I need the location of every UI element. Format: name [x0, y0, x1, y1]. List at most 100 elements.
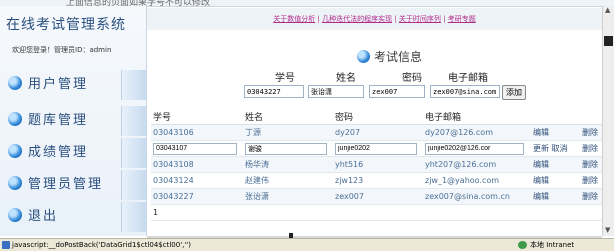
form-label-password: 密码 — [402, 73, 422, 84]
vertical-scrollbar[interactable]: ▲ ▼ — [602, 6, 614, 236]
edit-link[interactable]: 编辑 — [531, 188, 580, 205]
sidebar-item-scores[interactable]: 成绩管理 — [0, 138, 146, 168]
sidebar-item-logout[interactable]: 退出 — [0, 202, 146, 232]
nav-link-iteration-methods[interactable]: 几种迭代法的程序实现 — [322, 15, 392, 23]
sidebar-item-questions[interactable]: 题库管理 — [0, 106, 146, 136]
nav-link-time-series[interactable]: 关于时间序列 — [399, 15, 441, 23]
sidebar-item-tab — [121, 70, 146, 100]
cell-password: zjw123 — [333, 172, 423, 189]
cell-name: 丁源 — [243, 124, 333, 141]
nav-link-graduate-exam[interactable]: 考研专题 — [448, 15, 476, 23]
cell-email: zex007@sina.com.cn — [423, 188, 531, 205]
student-table: 学号 姓名 密码 电子邮箱 03043106 丁源 dy207 dy207@12… — [151, 108, 602, 221]
globe-icon — [8, 208, 22, 222]
cell-name: 杨华涛 — [243, 156, 333, 173]
top-nav: 关于数值分析 | 几种迭代法的程序实现 | 关于时间序列 | 考研专题 — [147, 8, 602, 30]
sidebar-item-tab — [121, 170, 146, 200]
app-brand: 在线考试管理系统 — [6, 17, 126, 33]
form-labels: 学号 姓名 密码 电子邮箱 — [147, 69, 602, 84]
cell-password — [333, 140, 423, 157]
edit-link[interactable]: 编辑 — [531, 156, 580, 173]
edit-name-input[interactable] — [245, 142, 327, 155]
cell-password: zex007 — [333, 188, 423, 205]
sidebar-item-users[interactable]: 用户管理 — [0, 70, 146, 100]
welcome-text: 欢迎您登录！管理员ID：admin — [12, 46, 112, 54]
cell-id: 03043106 — [151, 124, 243, 141]
sidebar-item-label: 管理员管理 — [28, 177, 104, 192]
delete-link[interactable]: 删除 — [580, 156, 602, 173]
scroll-down-icon[interactable]: ▼ — [605, 226, 610, 234]
sidebar-item-tab — [121, 106, 146, 136]
add-button[interactable]: 添加 — [502, 85, 526, 100]
sidebar-item-label: 退出 — [28, 209, 59, 224]
sidebar: 在线考试管理系统 欢迎您登录！管理员ID：admin 用户管理 题库管理 成绩管… — [0, 6, 147, 236]
sidebar-item-admins[interactable]: 管理员管理 — [0, 170, 146, 200]
cell-id: 03043124 — [151, 172, 243, 189]
name-input[interactable] — [308, 85, 364, 98]
cell-id: 03043108 — [151, 156, 243, 173]
status-text: javascript:__doPostBack('DataGrid1$ctl04… — [12, 241, 191, 249]
cell-name: 张诒潇 — [243, 188, 333, 205]
page-icon — [2, 241, 10, 249]
security-zone: 本地 Intranet — [530, 241, 575, 249]
column-header-id: 学号 — [151, 108, 243, 125]
update-cancel-links[interactable]: 更新 取消 — [531, 140, 580, 157]
page-title: 考试信息 — [357, 48, 422, 65]
cell-name: 赵建伟 — [243, 172, 333, 189]
sidebar-item-label: 用户管理 — [28, 77, 89, 92]
table-row: 03043108 杨华涛 yht516 yht207@126.com 编辑 删除 — [151, 156, 602, 173]
sidebar-item-tab — [121, 202, 146, 232]
edit-password-input[interactable] — [335, 142, 417, 155]
sidebar-item-tab — [121, 138, 146, 168]
globe-icon — [357, 50, 370, 63]
globe-icon — [8, 76, 22, 90]
edit-id-input[interactable] — [153, 142, 237, 155]
globe-icon — [8, 176, 22, 190]
form-label-email: 电子邮箱 — [448, 73, 488, 84]
scroll-up-icon[interactable]: ▲ — [605, 6, 610, 14]
cell-email: yht207@126.com — [423, 156, 531, 173]
table-row: 03043106 丁源 dy207 dy207@126.com 编辑 删除 — [151, 124, 602, 141]
pager-page-number[interactable]: 1 — [151, 204, 602, 221]
table-row-editing: 更新 取消 删除 — [151, 140, 602, 157]
student-id-input[interactable] — [244, 85, 304, 98]
edit-link[interactable]: 编辑 — [531, 172, 580, 189]
globe-icon — [8, 112, 22, 126]
form-label-id: 学号 — [275, 73, 295, 84]
column-header-edit — [531, 108, 580, 125]
cell-email: zjw_1@yahoo.com — [423, 172, 531, 189]
column-header-delete — [580, 108, 602, 125]
table-row: 03043227 张诒潇 zex007 zex007@sina.com.cn 编… — [151, 188, 602, 205]
sidebar-item-label: 题库管理 — [28, 113, 89, 128]
email-input[interactable] — [430, 85, 500, 98]
cell-email — [423, 140, 531, 157]
edit-email-input[interactable] — [425, 142, 524, 155]
page-title-text: 考试信息 — [374, 50, 423, 64]
delete-link[interactable]: 删除 — [580, 140, 602, 157]
delete-link[interactable]: 删除 — [580, 124, 602, 141]
delete-link[interactable]: 删除 — [580, 188, 602, 205]
form-label-name: 姓名 — [336, 73, 356, 84]
main-content: 关于数值分析 | 几种迭代法的程序实现 | 关于时间序列 | 考研专题 考试信息… — [147, 6, 602, 236]
sidebar-item-label: 成绩管理 — [28, 145, 89, 160]
column-header-name: 姓名 — [243, 108, 333, 125]
nav-link-numerical-analysis[interactable]: 关于数值分析 — [273, 15, 315, 23]
globe-icon — [8, 144, 22, 158]
status-bar: javascript:__doPostBack('DataGrid1$ctl04… — [0, 238, 614, 251]
cell-id — [151, 140, 243, 157]
password-input[interactable] — [369, 85, 425, 98]
cell-password: yht516 — [333, 156, 423, 173]
cell-id: 03043227 — [151, 188, 243, 205]
table-row: 03043124 赵建伟 zjw123 zjw_1@yahoo.com 编辑 删… — [151, 172, 602, 189]
cell-password: dy207 — [333, 124, 423, 141]
add-form: 添加 — [147, 85, 602, 101]
pager-row: 1 — [151, 204, 602, 221]
table-header-row: 学号 姓名 密码 电子邮箱 — [151, 108, 602, 125]
column-header-email: 电子邮箱 — [423, 108, 531, 125]
edit-link[interactable]: 编辑 — [531, 124, 580, 141]
intranet-zone-icon — [518, 241, 527, 249]
scroll-thumb[interactable] — [604, 36, 613, 46]
delete-link[interactable]: 删除 — [580, 172, 602, 189]
cell-name — [243, 140, 333, 157]
cell-email: dy207@126.com — [423, 124, 531, 141]
